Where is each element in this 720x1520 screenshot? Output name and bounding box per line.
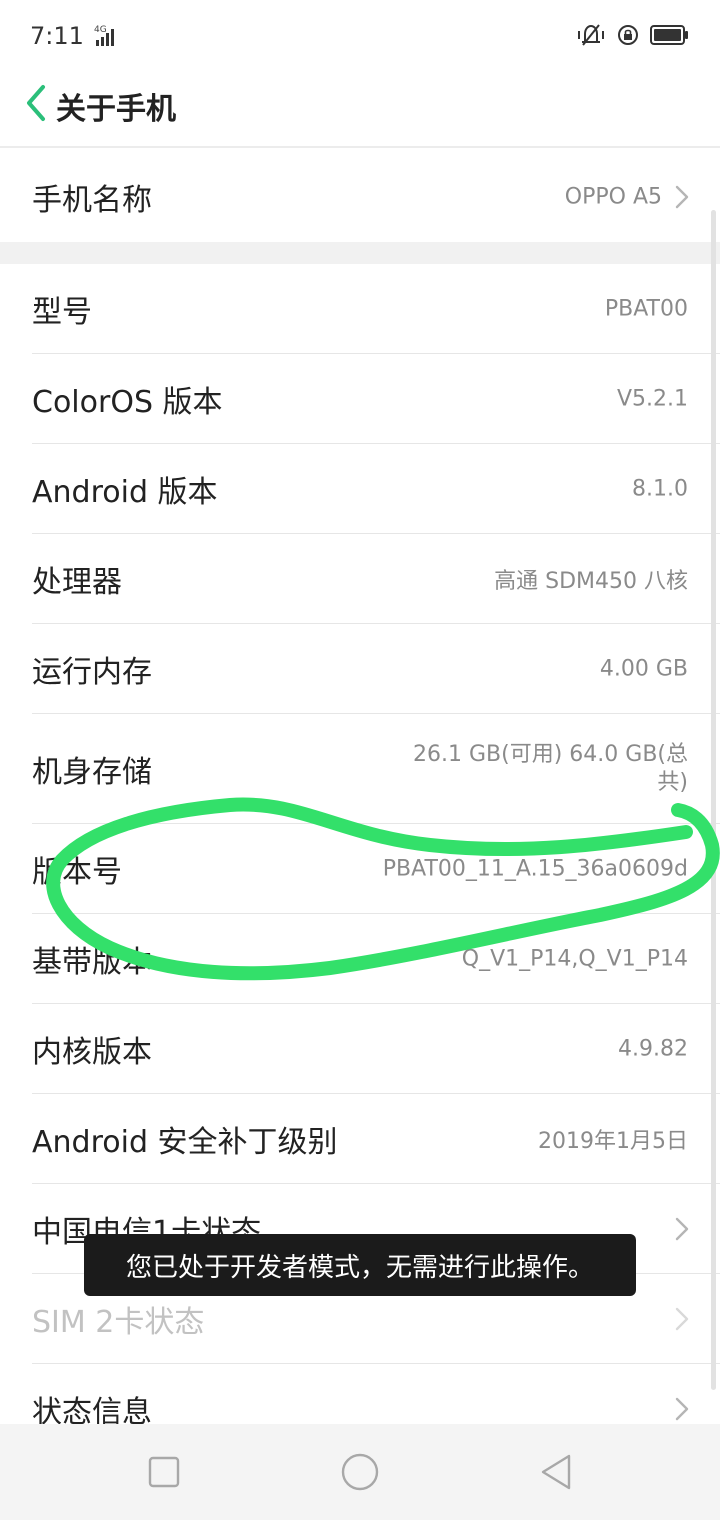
android-version-value: 8.1.0 xyxy=(632,476,688,502)
home-button[interactable] xyxy=(336,1448,384,1496)
list-item-build-number[interactable]: 版本号 PBAT00_11_A.15_36a0609d xyxy=(0,824,720,914)
list-item-ram: 运行内存 4.00 GB xyxy=(0,624,720,714)
list-item-model: 型号 PBAT00 xyxy=(0,264,720,354)
build-number-value: PBAT00_11_A.15_36a0609d xyxy=(382,856,688,882)
chevron-right-icon xyxy=(675,1217,689,1241)
kernel-version-label: 内核版本 xyxy=(32,1035,152,1070)
recent-apps-button[interactable] xyxy=(140,1448,188,1496)
processor-value: 高通 SDM450 八核 xyxy=(494,569,688,594)
android-version-label: Android 版本 xyxy=(32,475,218,510)
build-number-label: 版本号 xyxy=(32,855,122,890)
model-label: 型号 xyxy=(32,295,92,330)
chevron-right-icon xyxy=(675,185,689,209)
security-patch-value: 2019年1月5日 xyxy=(538,1129,688,1154)
phone-name-row[interactable]: 手机名称 OPPO A5 xyxy=(0,152,720,242)
section-divider xyxy=(0,242,720,264)
toast-text: 您已处于开发者模式，无需进行此操作。 xyxy=(125,1252,594,1283)
kernel-version-value: 4.9.82 xyxy=(618,1036,688,1062)
back-button[interactable] xyxy=(18,80,54,126)
storage-label: 机身存储 xyxy=(32,755,152,790)
phone-name-label: 手机名称 xyxy=(32,183,152,218)
phone-name-value: OPPO A5 xyxy=(564,184,662,210)
page-title: 关于手机 xyxy=(56,92,176,127)
storage-value: 26.1 GB(可用) 64.0 GB(总共) xyxy=(413,742,688,795)
ram-label: 运行内存 xyxy=(32,655,152,690)
navigation-bar xyxy=(0,1424,720,1520)
list-item-baseband-version: 基带版本 Q_V1_P14,Q_V1_P14 xyxy=(0,914,720,1004)
back-triangle-icon xyxy=(541,1454,571,1490)
status-time: 7:11 xyxy=(30,22,84,50)
baseband-version-label: 基带版本 xyxy=(32,945,152,980)
list-item-security-patch: Android 安全补丁级别 2019年1月5日 xyxy=(0,1094,720,1184)
app-header: 关于手机 xyxy=(0,72,720,148)
signal-bars-icon: 4G xyxy=(84,24,120,54)
status-bar: 7:11 4G xyxy=(0,0,720,72)
list-item-kernel-version: 内核版本 4.9.82 xyxy=(0,1004,720,1094)
rotation-lock-icon xyxy=(616,23,640,51)
coloros-version-label: ColorOS 版本 xyxy=(32,385,223,420)
vibrate-icon xyxy=(576,22,606,52)
security-patch-label: Android 安全补丁级别 xyxy=(32,1125,338,1160)
recent-apps-icon xyxy=(148,1456,180,1488)
processor-label: 处理器 xyxy=(32,565,122,600)
list-item-android-version: Android 版本 8.1.0 xyxy=(0,444,720,534)
coloros-version-value: V5.2.1 xyxy=(616,386,688,412)
chevron-right-icon xyxy=(675,1307,689,1331)
toast-message: 您已处于开发者模式，无需进行此操作。 xyxy=(84,1234,636,1296)
back-nav-button[interactable] xyxy=(532,1448,580,1496)
scrollbar[interactable] xyxy=(711,210,716,1390)
status-icons xyxy=(576,22,690,52)
ram-value: 4.00 GB xyxy=(599,656,688,682)
sim2-status-label: SIM 2卡状态 xyxy=(32,1305,205,1340)
list-item-storage: 机身存储 26.1 GB(可用) 64.0 GB(总共) xyxy=(0,714,720,824)
battery-icon xyxy=(650,24,690,50)
network-type-label: 4G xyxy=(94,25,107,35)
chevron-right-icon xyxy=(675,1397,689,1421)
chevron-left-icon xyxy=(27,85,45,121)
list-item-processor: 处理器 高通 SDM450 八核 xyxy=(0,534,720,624)
model-value: PBAT00 xyxy=(604,296,688,322)
baseband-version-value: Q_V1_P14,Q_V1_P14 xyxy=(461,946,688,972)
list-item-coloros-version: ColorOS 版本 V5.2.1 xyxy=(0,354,720,444)
home-icon xyxy=(341,1453,379,1491)
